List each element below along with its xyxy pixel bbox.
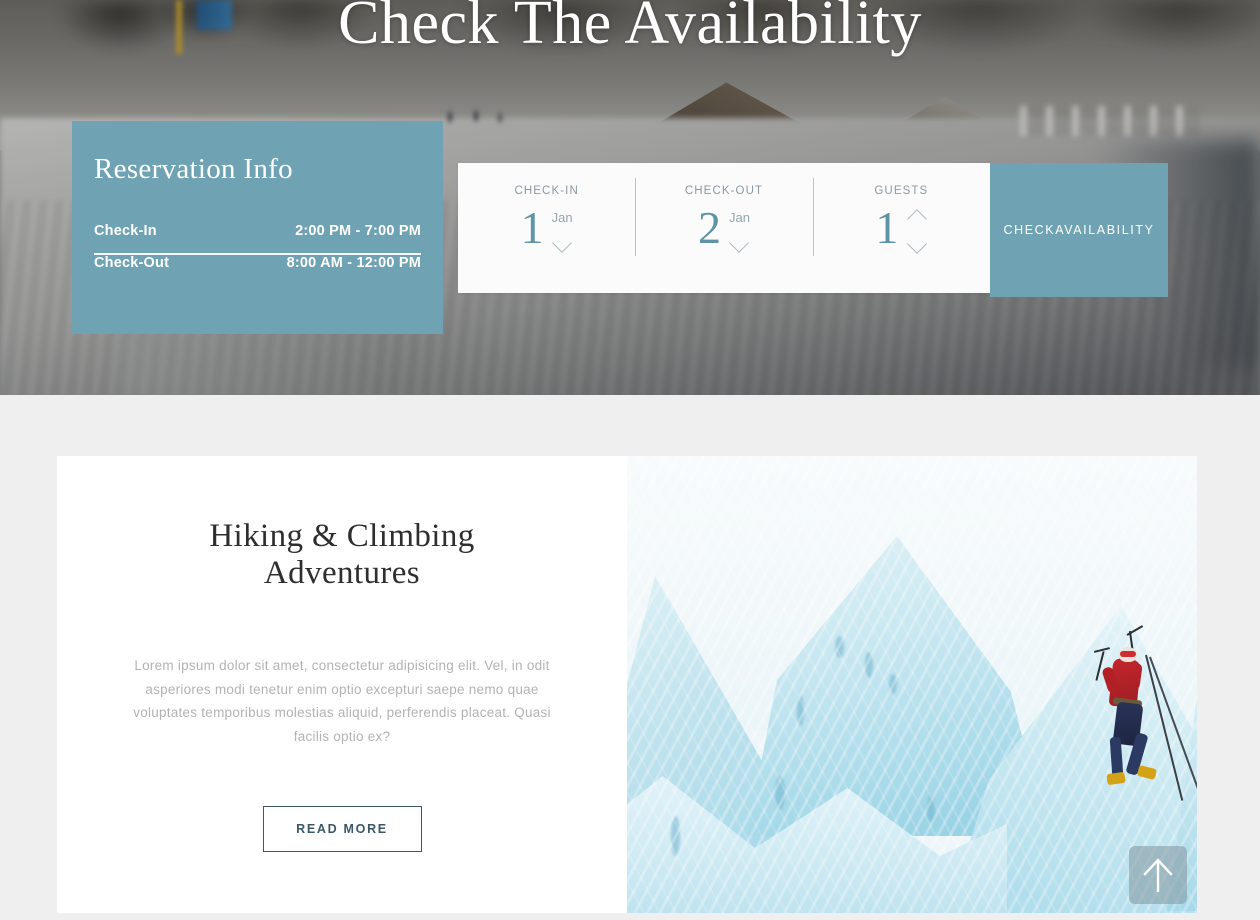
check-out-value-group: 2 Jan bbox=[698, 203, 750, 253]
reservation-check-out-label: Check-Out bbox=[94, 255, 170, 271]
ice-crevasse bbox=[671, 816, 680, 856]
reservation-check-in-label: Check-In bbox=[94, 223, 157, 239]
ice-crevasse bbox=[835, 636, 844, 658]
check-out-day: 2 bbox=[698, 202, 721, 253]
ice-crevasse bbox=[927, 796, 935, 822]
feature-card: Hiking & Climbing Adventures Lorem ipsum… bbox=[57, 456, 1197, 913]
feature-title: Hiking & Climbing Adventures bbox=[209, 518, 475, 591]
reservation-info-rows: Check-In 2:00 PM - 7:00 PM Check-Out 8:0… bbox=[94, 223, 421, 285]
ice-crevasse bbox=[889, 674, 897, 694]
read-more-button[interactable]: READ MORE bbox=[262, 806, 422, 852]
chevron-down-icon[interactable] bbox=[729, 235, 749, 246]
feature-image bbox=[627, 456, 1197, 913]
booking-widget: CHECK-IN 1 Jan CHECK-OUT 2 Jan GUESTS 1 … bbox=[458, 163, 1168, 297]
check-out-field[interactable]: CHECK-OUT 2 Jan bbox=[635, 163, 812, 293]
reservation-divider bbox=[94, 253, 421, 255]
guests-field[interactable]: GUESTS 1 bbox=[812, 163, 990, 293]
check-out-month: Jan bbox=[729, 210, 750, 225]
guests-count: 1 bbox=[875, 202, 899, 253]
check-in-label: CHECK-IN bbox=[514, 185, 579, 197]
climber-crampon-right bbox=[1136, 764, 1158, 781]
check-out-month-group: Jan bbox=[729, 203, 750, 246]
chevron-up-icon[interactable] bbox=[907, 211, 927, 222]
guests-stepper bbox=[907, 203, 927, 247]
feature-card-text-column: Hiking & Climbing Adventures Lorem ipsum… bbox=[57, 456, 627, 913]
chevron-down-icon[interactable] bbox=[907, 236, 927, 247]
ice-crevasse bbox=[775, 776, 785, 810]
ice-crevasse bbox=[797, 696, 804, 726]
check-out-label: CHECK-OUT bbox=[684, 185, 764, 197]
climber-helmet bbox=[1119, 647, 1137, 662]
reservation-row-check-out: Check-Out 8:00 AM - 12:00 PM bbox=[94, 255, 421, 285]
check-in-month-group: Jan bbox=[552, 203, 573, 246]
booking-fields: CHECK-IN 1 Jan CHECK-OUT 2 Jan GUESTS 1 bbox=[458, 163, 990, 293]
reservation-info-card: Reservation Info Check-In 2:00 PM - 7:00… bbox=[72, 121, 443, 334]
hero-section: Check The Availability Reservation Info … bbox=[0, 0, 1260, 395]
reservation-info-title: Reservation Info bbox=[94, 153, 293, 185]
check-availability-button[interactable]: CHECK AVAILABILITY bbox=[990, 163, 1168, 297]
check-availability-label-line2: AVAILABILITY bbox=[1055, 222, 1155, 237]
reservation-row-check-in: Check-In 2:00 PM - 7:00 PM bbox=[94, 223, 421, 253]
feature-section: Hiking & Climbing Adventures Lorem ipsum… bbox=[0, 395, 1260, 920]
feature-body-text: Lorem ipsum dolor sit amet, consectetur … bbox=[133, 658, 551, 744]
check-in-value-group: 1 Jan bbox=[521, 203, 573, 253]
check-in-month: Jan bbox=[551, 210, 573, 225]
scroll-to-top-button[interactable] bbox=[1129, 846, 1187, 904]
page-title: Check The Availability bbox=[338, 0, 922, 57]
arrow-up-icon bbox=[1143, 858, 1173, 892]
ice-crevasse bbox=[865, 652, 873, 678]
check-in-field[interactable]: CHECK-IN 1 Jan bbox=[458, 163, 635, 293]
guests-label: GUESTS bbox=[874, 185, 929, 197]
reservation-check-in-value: 2:00 PM - 7:00 PM bbox=[295, 223, 421, 239]
guests-value-group: 1 bbox=[875, 203, 927, 253]
reservation-check-out-value: 8:00 AM - 12:00 PM bbox=[286, 255, 421, 271]
ice-climber-figure bbox=[1095, 631, 1197, 816]
climber-crampon-left bbox=[1106, 771, 1126, 786]
check-in-day: 1 bbox=[520, 202, 544, 253]
check-availability-label-line1: CHECK bbox=[1003, 222, 1056, 237]
chevron-down-icon[interactable] bbox=[552, 235, 572, 246]
